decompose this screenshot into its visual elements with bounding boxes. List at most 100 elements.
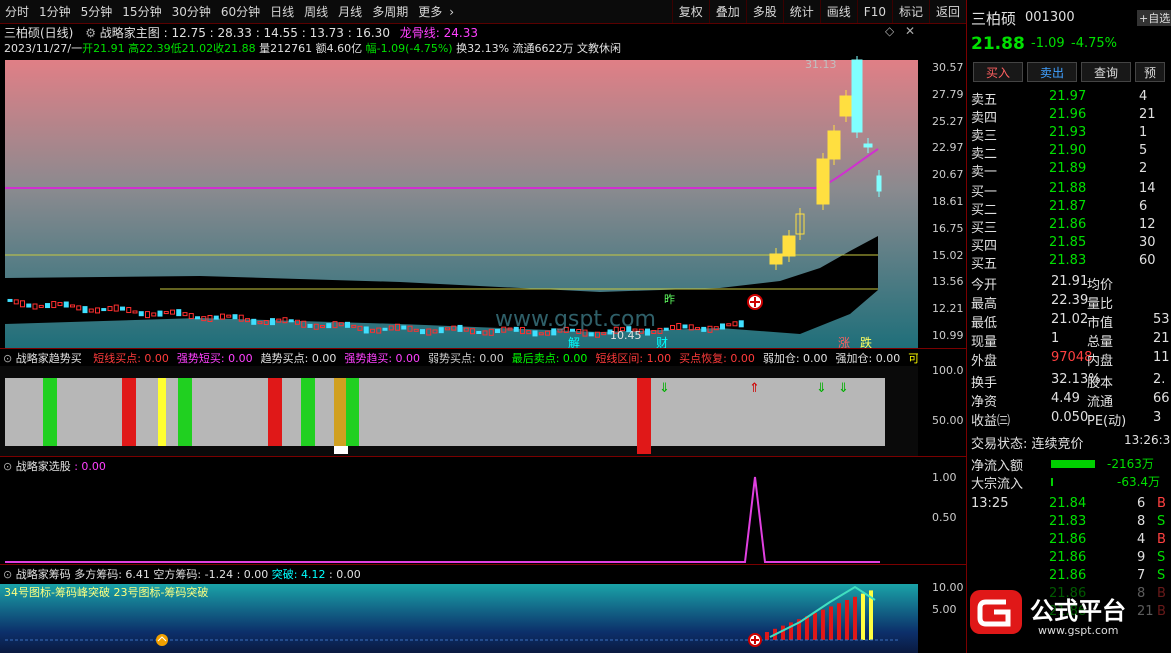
period-tab-10[interactable]: 更多 [413, 3, 447, 20]
period-tab-3[interactable]: 15分钟 [117, 3, 166, 20]
book-vol: 2 [1139, 161, 1148, 176]
mark-jie: 解 [568, 336, 580, 348]
trend-bar [178, 378, 192, 446]
book-row[interactable]: 卖三 21.93 1 [967, 125, 1171, 144]
book-price: 21.97 [1049, 89, 1087, 104]
y-tick: 50.00 [932, 414, 964, 427]
tool-button-5[interactable]: F10 [856, 0, 892, 23]
collapse-icon[interactable]: ⊙ [3, 568, 12, 581]
tool-button-7[interactable]: 返回 [928, 0, 966, 23]
period-tab-1[interactable]: 1分钟 [34, 3, 76, 20]
period-tab-4[interactable]: 30分钟 [167, 3, 216, 20]
stat-label: 净资 [971, 395, 998, 410]
period-tab-0[interactable]: 分时 [0, 3, 34, 20]
info-date: 2023/11/27/一 [4, 42, 83, 55]
tick-bs: B [1157, 496, 1166, 511]
book-row[interactable]: 买三 21.86 12 [967, 217, 1171, 236]
period-tab-6[interactable]: 日线 [265, 3, 299, 20]
stat-row: 净资 4.49 流通 66 [967, 391, 1171, 410]
tool-button-6[interactable]: 标记 [891, 0, 929, 23]
book-row[interactable]: 卖二 21.90 5 [967, 143, 1171, 162]
chip-bar [845, 600, 849, 640]
book-price: 21.85 [1049, 235, 1087, 250]
tool-button-1[interactable]: 叠加 [708, 0, 746, 23]
chip-bar [781, 625, 785, 640]
book-vol: 60 [1139, 253, 1156, 268]
watermark: www.gspt.com [495, 307, 656, 332]
chip-legend: 34号图标-筹码峰突破 23号图标-筹码突破 [4, 585, 208, 599]
candle [82, 306, 88, 314]
period-tab-5[interactable]: 60分钟 [216, 3, 265, 20]
book-row[interactable]: 买一 21.88 14 [967, 181, 1171, 200]
panel2-item: 趋势买点: 0.00 [260, 352, 337, 365]
candle [420, 329, 425, 335]
collapse-icon[interactable]: ⊙ [3, 460, 12, 473]
info-low: 低21.02 [170, 42, 214, 55]
bigflow-label: 大宗流入 [971, 477, 1024, 492]
trade-button-1[interactable]: 卖出 [1027, 62, 1077, 82]
stock-name: 三柏硕 [971, 10, 1017, 28]
tool-button-0[interactable]: 复权 [671, 0, 709, 23]
divider [0, 564, 966, 565]
candle [663, 327, 669, 331]
book-vol: 5 [1139, 143, 1148, 158]
dragon-label: 龙骨线: 24.33 [399, 26, 478, 40]
candle [682, 324, 688, 329]
stat-label: PE(动) [1087, 414, 1127, 429]
chip-bar [821, 609, 825, 640]
stat-label: 均价 [1087, 278, 1114, 293]
period-tab-8[interactable]: 月线 [333, 3, 367, 20]
tool-button-4[interactable]: 画线 [819, 0, 857, 23]
chip-signal-icon [156, 634, 168, 646]
tool-button-2[interactable]: 多股 [745, 0, 783, 23]
candle [45, 303, 50, 309]
stat-label: 内盘 [1087, 354, 1114, 369]
collapse-icon[interactable]: ⊙ [3, 352, 12, 365]
candle [816, 158, 830, 205]
stat-value: 3 [1153, 410, 1162, 425]
y-tick: 10.99 [932, 329, 964, 342]
book-row[interactable]: 买五 21.83 60 [967, 253, 1171, 272]
tool-button-3[interactable]: 统计 [782, 0, 820, 23]
tick-vol: 8 [1137, 514, 1146, 529]
trade-button-3[interactable]: 预 [1135, 62, 1165, 82]
trend-bar [346, 378, 359, 446]
logo-text: 公式平台 [1030, 597, 1126, 625]
mark-zuo: 昨 [664, 293, 675, 306]
panel2-item: 买点恢复: 0.00 [679, 352, 755, 365]
main-price-chart[interactable]: 31.13 10.45 解 财 涨 跌 昨 www.gspt.com [0, 56, 918, 348]
book-row[interactable]: 卖一 21.89 2 [967, 161, 1171, 180]
self-select-button[interactable]: +自选 [1137, 10, 1171, 26]
price-pct: -4.75% [1071, 36, 1117, 51]
stat-label: 最高 [971, 297, 998, 312]
candle [457, 324, 463, 332]
period-tab-2[interactable]: 5分钟 [76, 3, 118, 20]
diamond-icon[interactable]: ◇ [885, 24, 894, 38]
trade-status: 交易状态: 连续竞价 [971, 437, 1084, 452]
period-tab-9[interactable]: 多周期 [367, 3, 413, 20]
chevron-right-icon[interactable]: › [447, 5, 456, 19]
trade-button-0[interactable]: 买入 [973, 62, 1023, 82]
book-label: 卖三 [971, 129, 998, 144]
close-icon[interactable]: ✕ [905, 24, 915, 38]
netflow-bar [1051, 460, 1095, 468]
chip-buy-icon [748, 633, 762, 647]
trade-button-2[interactable]: 查询 [1081, 62, 1131, 82]
info-high: 高22.39 [128, 42, 171, 55]
y-tick: 18.61 [932, 195, 964, 208]
chip-panel[interactable]: 34号图标-筹码峰突破 23号图标-筹码突破 [0, 582, 918, 653]
panel3-header: ⊙ 战略家选股 : 0.00 [0, 458, 918, 474]
stock-pick-panel[interactable] [0, 474, 918, 564]
book-row[interactable]: 买四 21.85 30 [967, 235, 1171, 254]
settings-icon[interactable]: ⚙ [85, 26, 96, 40]
trend-buy-panel[interactable]: ⇓ ⇑ ⇓ ⇓ [0, 366, 918, 456]
book-row[interactable]: 买二 21.87 6 [967, 199, 1171, 218]
book-price: 21.83 [1049, 253, 1087, 268]
candle [363, 326, 369, 334]
book-price: 21.90 [1049, 143, 1087, 158]
book-row[interactable]: 卖四 21.96 21 [967, 107, 1171, 126]
book-row[interactable]: 卖五 21.97 4 [967, 89, 1171, 108]
stat-label: 换手 [971, 376, 998, 391]
candle [769, 253, 783, 265]
period-tab-7[interactable]: 周线 [299, 3, 333, 20]
